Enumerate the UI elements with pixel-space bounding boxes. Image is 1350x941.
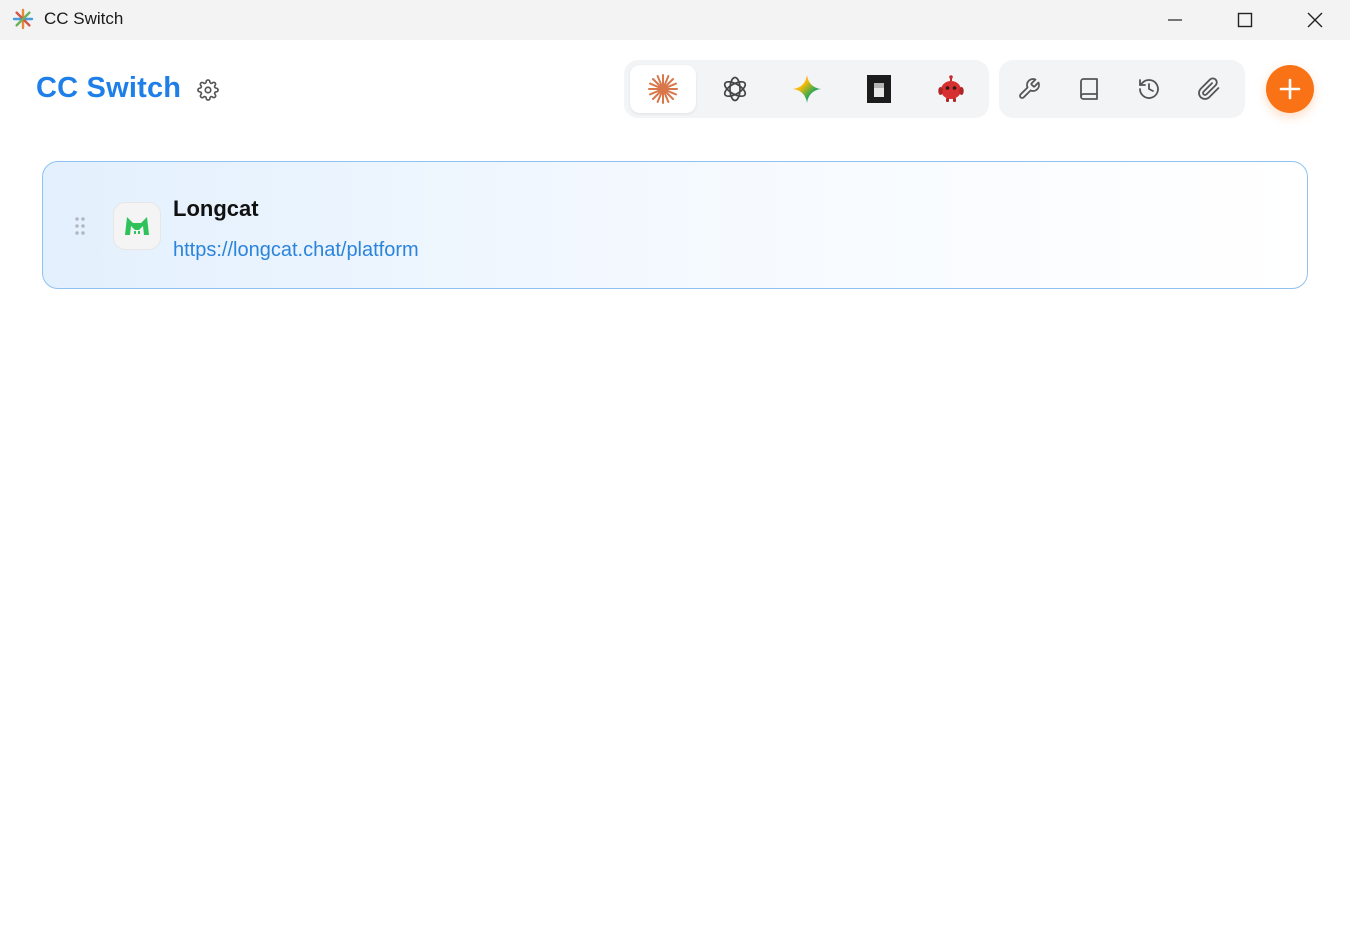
minimize-button[interactable] bbox=[1140, 0, 1210, 40]
history-button[interactable] bbox=[1129, 69, 1169, 109]
close-icon bbox=[1307, 12, 1323, 28]
provider-card[interactable]: Longcat https://longcat.chat/platform bbox=[42, 161, 1308, 289]
book-button[interactable] bbox=[1069, 69, 1109, 109]
opencode-icon bbox=[867, 75, 891, 103]
tab-opencode[interactable] bbox=[846, 65, 912, 113]
tab-gemini[interactable] bbox=[774, 65, 840, 113]
tab-robot[interactable] bbox=[918, 65, 984, 113]
paperclip-icon bbox=[1198, 77, 1220, 100]
tools-group bbox=[999, 60, 1245, 118]
minimize-icon bbox=[1168, 19, 1182, 21]
plus-icon bbox=[1279, 78, 1301, 100]
gemini-icon bbox=[793, 75, 821, 103]
book-icon bbox=[1080, 78, 1098, 100]
app-switcher bbox=[624, 60, 989, 118]
wrench-icon bbox=[1019, 78, 1040, 99]
tab-claude[interactable] bbox=[630, 65, 696, 113]
maximize-icon bbox=[1237, 12, 1253, 28]
robot-icon bbox=[938, 75, 964, 102]
app-brand-title: CC Switch bbox=[36, 72, 182, 104]
gear-icon bbox=[197, 79, 219, 101]
tab-openai[interactable] bbox=[702, 65, 768, 113]
title-bar: CC Switch bbox=[0, 0, 1350, 40]
provider-url-link[interactable]: https://longcat.chat/platform bbox=[173, 239, 419, 262]
provider-name: Longcat bbox=[173, 196, 259, 221]
app-logo-icon bbox=[12, 8, 34, 30]
window-title: CC Switch bbox=[44, 9, 124, 28]
add-provider-button[interactable] bbox=[1266, 65, 1314, 113]
maximize-button[interactable] bbox=[1210, 0, 1280, 40]
history-icon bbox=[1139, 79, 1159, 99]
claude-icon bbox=[648, 74, 678, 104]
longcat-icon bbox=[125, 217, 149, 235]
settings-button[interactable] bbox=[192, 74, 224, 106]
drag-handle-icon[interactable] bbox=[73, 216, 87, 236]
openai-icon bbox=[723, 76, 747, 102]
paperclip-button[interactable] bbox=[1189, 69, 1229, 109]
wrench-button[interactable] bbox=[1009, 69, 1049, 109]
provider-icon bbox=[113, 202, 161, 250]
close-button[interactable] bbox=[1280, 0, 1350, 40]
